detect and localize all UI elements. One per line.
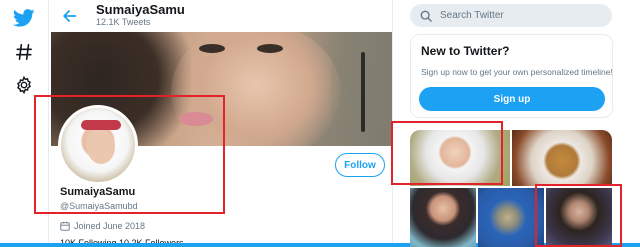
media-thumbnail[interactable] [478, 188, 544, 247]
back-arrow-icon[interactable] [61, 7, 79, 25]
profile-display-name: SumaiyaSamu [60, 186, 136, 198]
signup-button[interactable]: Sign up [419, 87, 605, 111]
profile-header: SumaiyaSamu 12.1K Tweets [49, 0, 392, 32]
new-to-twitter-card: New to Twitter? Sign up now to get your … [410, 34, 613, 118]
new-to-twitter-description: Sign up now to get your own personalized… [421, 67, 613, 77]
left-nav [0, 0, 48, 247]
joined-text: Joined June 2018 [74, 221, 146, 231]
profile-avatar[interactable] [58, 105, 138, 185]
twitter-logo-icon[interactable] [10, 4, 38, 32]
profile-handle: @SumaiyaSamubd [60, 201, 138, 211]
media-thumbnail[interactable] [410, 188, 476, 247]
calendar-icon [60, 221, 70, 231]
search-icon [420, 10, 432, 22]
header-tweet-count: 12.1K Tweets [96, 17, 151, 27]
follow-button[interactable]: Follow [335, 153, 385, 177]
media-grid [410, 130, 612, 247]
joined-date: Joined June 2018 [60, 221, 145, 231]
gear-icon[interactable] [10, 71, 38, 99]
new-to-twitter-title: New to Twitter? [421, 44, 510, 58]
media-thumbnail[interactable] [512, 130, 612, 186]
media-thumbnail[interactable] [410, 130, 510, 186]
hashtag-icon[interactable] [10, 38, 38, 66]
header-name: SumaiyaSamu [96, 2, 185, 17]
search-box[interactable] [410, 4, 612, 27]
search-input[interactable] [440, 10, 590, 21]
media-thumbnail[interactable] [546, 188, 612, 247]
